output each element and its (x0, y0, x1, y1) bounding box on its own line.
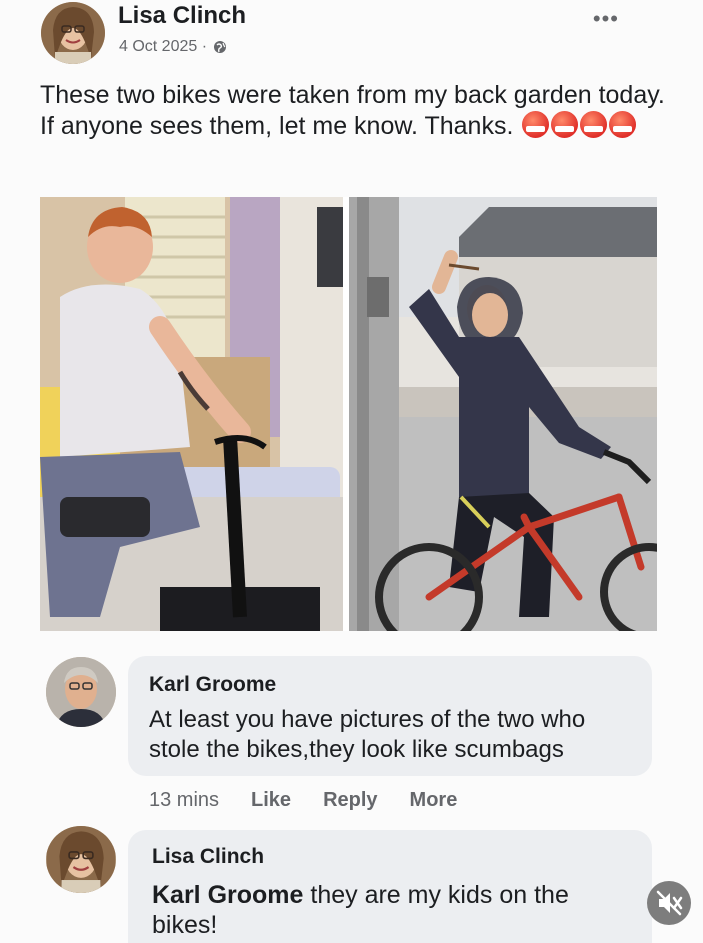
commenter-avatar[interactable] (46, 826, 116, 893)
avatar-photo (46, 657, 116, 727)
comment-author-name[interactable]: Lisa Clinch (152, 845, 264, 869)
reply-button[interactable]: Reply (323, 789, 377, 812)
comment-text: Karl Groome they are my kids on the bike… (152, 880, 632, 940)
comment-text: At least you have pictures of the two wh… (149, 706, 586, 763)
post-text: These two bikes were taken from my back … (40, 80, 680, 142)
post-photos (40, 197, 657, 631)
photo-indoor-bike[interactable] (40, 197, 343, 631)
comment-author-name[interactable]: Karl Groome (149, 673, 276, 697)
angry-face-emoji-icon (580, 111, 608, 138)
comment-actions: 13 mins Like Reply More (149, 789, 457, 812)
photo-outdoor-bike[interactable] (349, 197, 657, 631)
post-date[interactable]: 4 Oct 2025 · (119, 38, 227, 56)
globe-icon (213, 40, 227, 54)
avatar-photo (41, 2, 105, 64)
avatar-photo (46, 826, 116, 893)
post-date-text: 4 Oct 2025 · (119, 38, 208, 55)
more-button[interactable]: More (410, 789, 458, 812)
angry-face-emoji-icon (551, 111, 579, 138)
comment-mention[interactable]: Karl Groome (152, 881, 303, 909)
mute-button[interactable] (647, 881, 691, 925)
angry-face-emoji-icon (609, 111, 637, 138)
more-options-icon[interactable]: ••• (593, 6, 619, 32)
angry-face-emoji-icon (522, 111, 550, 138)
post-author-avatar[interactable] (41, 2, 105, 64)
like-button[interactable]: Like (251, 789, 291, 812)
facebook-post: Lisa Clinch 4 Oct 2025 · ••• These two b… (0, 0, 703, 943)
comment-timestamp[interactable]: 13 mins (149, 789, 219, 812)
speaker-muted-icon (656, 890, 683, 916)
commenter-avatar[interactable] (46, 657, 116, 727)
post-author-name[interactable]: Lisa Clinch (118, 2, 246, 30)
